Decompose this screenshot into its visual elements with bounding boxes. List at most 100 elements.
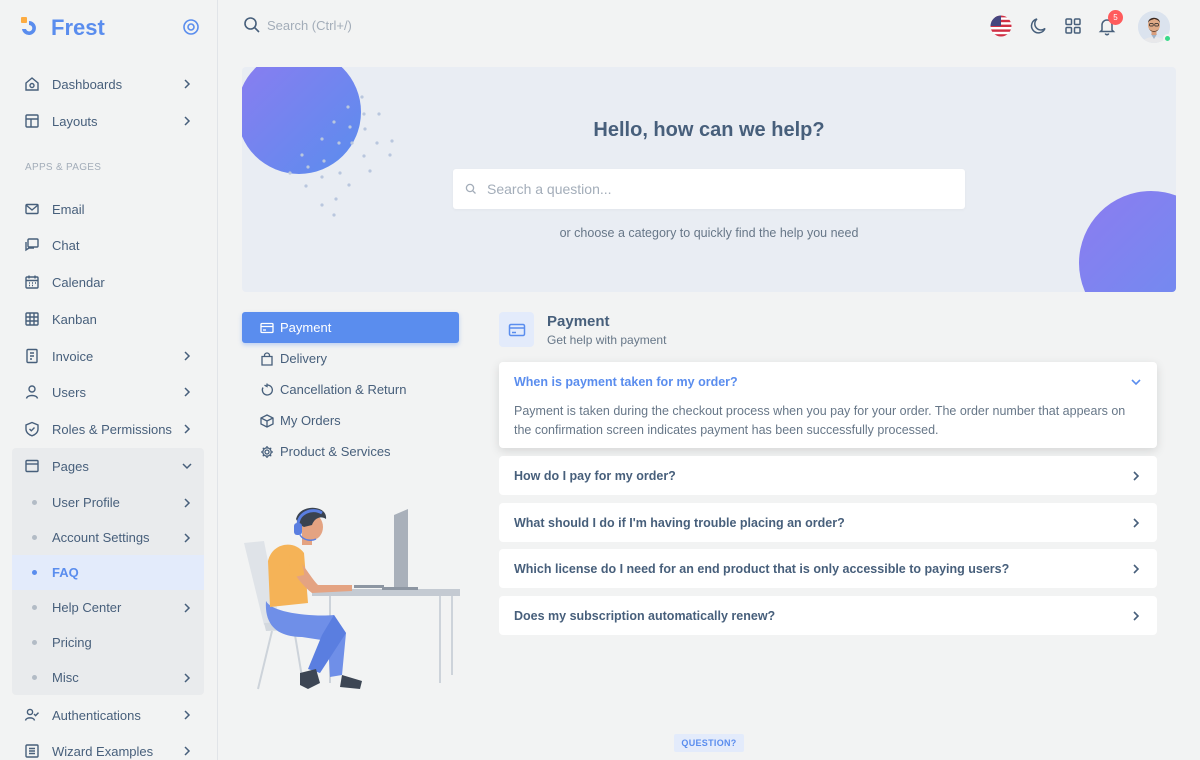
- shield-icon: [24, 421, 40, 437]
- sidebar-subitem-label: Help Center: [52, 600, 122, 615]
- category-product-services[interactable]: Product & Services: [242, 436, 459, 467]
- chevron-down-icon: [1131, 379, 1141, 386]
- invoice-icon: [24, 348, 40, 364]
- faq-item[interactable]: Which license do I need for an end produ…: [499, 549, 1157, 588]
- faq-search-input[interactable]: [487, 181, 957, 197]
- bullet-icon: [32, 535, 37, 540]
- sidebar-item-label: Dashboards: [52, 76, 123, 92]
- section-title: Payment: [547, 313, 610, 330]
- sidebar-item-email[interactable]: Email: [12, 191, 204, 227]
- category-label: Product & Services: [280, 444, 391, 459]
- online-status-dot: [1163, 34, 1172, 43]
- faq-question: Which license do I need for an end produ…: [514, 562, 1010, 576]
- credit-card-icon: [260, 322, 274, 333]
- chevron-right-icon: [184, 603, 191, 613]
- sidebar-item-label: Chat: [52, 237, 80, 253]
- sidebar-toggle-icon[interactable]: [182, 18, 200, 36]
- notification-bell[interactable]: 5: [1095, 10, 1123, 38]
- box-icon: [260, 413, 274, 428]
- sidebar-item-label: Authentications: [52, 707, 141, 723]
- page-title: Hello, how can we help?: [593, 119, 825, 141]
- global-search[interactable]: Search (Ctrl+/): [243, 16, 352, 34]
- faq-item-expanded[interactable]: When is payment taken for my order? Paym…: [499, 362, 1157, 448]
- hero-subtitle: or choose a category to quickly find the…: [559, 226, 859, 240]
- search-icon: [465, 183, 476, 194]
- settings-icon: [261, 445, 273, 458]
- us-flag-icon[interactable]: [989, 14, 1013, 38]
- sidebar-item-invoice[interactable]: Invoice: [12, 338, 204, 374]
- category-label: Cancellation & Return: [280, 382, 407, 397]
- brand-logo[interactable]: Frest: [20, 14, 105, 42]
- sidebar-subitem-account-settings[interactable]: Account Settings: [12, 520, 204, 555]
- category-cancellation-return[interactable]: Cancellation & Return: [242, 374, 459, 405]
- faq-question: How do I pay for my order?: [514, 469, 676, 483]
- sidebar-item-chat[interactable]: Chat: [12, 227, 204, 263]
- sidebar-subitem-help-center[interactable]: Help Center: [12, 590, 204, 625]
- faq-question: Does my subscription automatically renew…: [514, 609, 776, 623]
- faq-item[interactable]: Does my subscription automatically renew…: [499, 596, 1157, 635]
- chevron-right-icon: [184, 387, 191, 397]
- chevron-right-icon: [184, 533, 191, 543]
- bullet-icon: [32, 605, 37, 610]
- category-label: Delivery: [280, 351, 327, 366]
- sidebar-subitem-pricing[interactable]: Pricing: [12, 625, 204, 660]
- sidebar-item-kanban[interactable]: Kanban: [12, 301, 204, 337]
- category-my-orders[interactable]: My Orders: [242, 405, 459, 436]
- grid-icon: [24, 311, 40, 327]
- chevron-right-icon: [184, 746, 191, 756]
- section-subtitle: Get help with payment: [547, 333, 667, 347]
- faq-item[interactable]: How do I pay for my order?: [499, 456, 1157, 495]
- category-payment[interactable]: Payment: [242, 312, 459, 343]
- sidebar-subitem-user-profile[interactable]: User Profile: [12, 485, 204, 520]
- sidebar: Frest Dashboards Layouts APPS & PAGES Em…: [0, 0, 218, 760]
- chevron-right-icon: [184, 673, 191, 683]
- global-search-placeholder: Search (Ctrl+/): [267, 17, 352, 33]
- chevron-right-icon: [184, 424, 191, 434]
- sidebar-item-authentications[interactable]: Authentications: [12, 697, 204, 733]
- support-illustration: [244, 507, 460, 690]
- faq-search-box[interactable]: [453, 169, 965, 209]
- sidebar-subitem-label: User Profile: [52, 495, 120, 510]
- bullet-icon: [32, 640, 37, 645]
- category-delivery[interactable]: Delivery: [242, 343, 459, 374]
- sidebar-item-calendar[interactable]: Calendar: [12, 264, 204, 300]
- chevron-right-icon: [1133, 471, 1140, 481]
- chevron-right-icon: [184, 498, 191, 508]
- top-navbar: Search (Ctrl+/) 5: [218, 0, 1200, 52]
- sidebar-item-users[interactable]: Users: [12, 374, 204, 410]
- sidebar-item-pages[interactable]: Pages: [12, 448, 204, 484]
- search-icon: [244, 17, 260, 33]
- sidebar-item-label: Roles & Permissions: [52, 421, 172, 437]
- sidebar-subitem-label: FAQ: [52, 565, 79, 580]
- brand-name: Frest: [51, 15, 105, 40]
- page-icon: [24, 458, 40, 474]
- sidebar-subitem-faq[interactable]: FAQ: [12, 555, 204, 590]
- category-label: My Orders: [280, 413, 341, 428]
- faq-question: When is payment taken for my order?: [514, 375, 738, 389]
- sidebar-subitem-label: Misc: [52, 670, 79, 685]
- chevron-right-icon: [1133, 518, 1140, 528]
- faq-item[interactable]: What should I do if I'm having trouble p…: [499, 503, 1157, 542]
- sidebar-item-label: Email: [52, 201, 85, 217]
- chevron-down-icon: [182, 463, 192, 470]
- refresh-icon: [261, 383, 273, 396]
- mail-icon: [24, 201, 40, 217]
- sidebar-subitem-label: Account Settings: [52, 530, 150, 545]
- sidebar-item-label: Invoice: [52, 348, 94, 364]
- sidebar-item-layouts[interactable]: Layouts: [12, 103, 204, 139]
- chevron-right-icon: [184, 710, 191, 720]
- sidebar-subitem-misc[interactable]: Misc: [12, 660, 204, 695]
- wizard-icon: [24, 743, 40, 759]
- user-check-icon: [24, 707, 40, 723]
- sidebar-item-label: Calendar: [52, 274, 105, 290]
- sidebar-item-wizard-examples[interactable]: Wizard Examples: [12, 733, 204, 760]
- sidebar-item-roles-permissions[interactable]: Roles & Permissions: [12, 411, 204, 447]
- apps-grid-icon[interactable]: [1061, 14, 1085, 38]
- sidebar-item-dashboards[interactable]: Dashboards: [12, 66, 204, 102]
- sidebar-item-label: Layouts: [52, 113, 98, 129]
- chat-icon: [24, 237, 40, 253]
- bullet-icon: [32, 500, 37, 505]
- moon-icon[interactable]: [1027, 14, 1051, 38]
- bullet-icon: [32, 570, 37, 575]
- layout-icon: [24, 113, 40, 129]
